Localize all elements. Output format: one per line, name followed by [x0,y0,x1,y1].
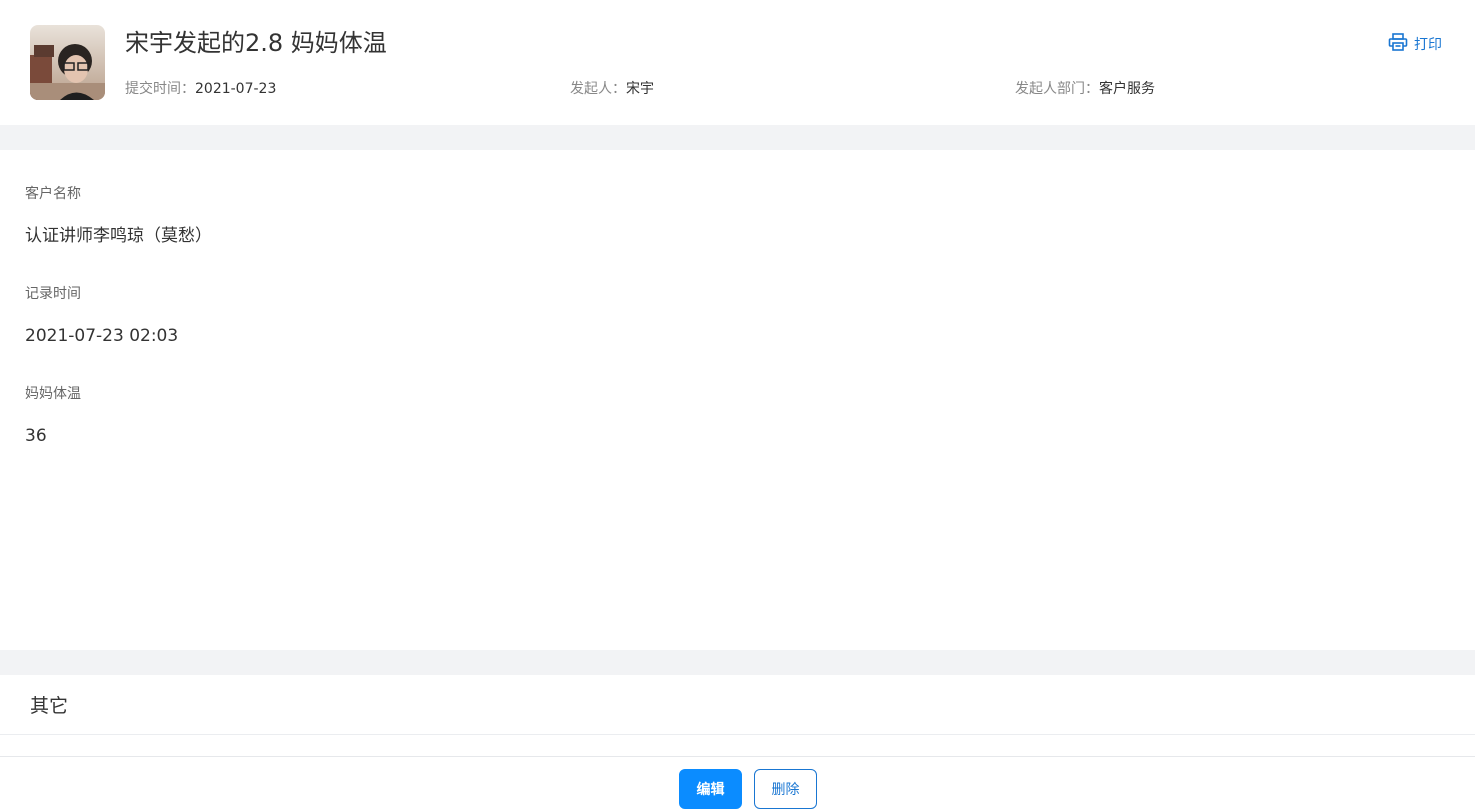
print-button[interactable]: 打印 [1388,33,1442,55]
initiator-value: 宋宇 [626,81,654,97]
delete-button[interactable]: 删除 [754,769,817,809]
department-value: 客户服务 [1099,81,1155,97]
printer-icon [1388,33,1408,55]
submit-time-label: 提交时间： [125,81,195,97]
print-label: 打印 [1414,37,1442,53]
section-divider [0,125,1475,150]
field-customer-name: 客户名称 认证讲师李鸣琼（莫愁） [25,184,212,248]
initiator-label: 发起人： [570,81,626,97]
field-label: 记录时间 [25,286,81,302]
approval-header: 宋宇发起的2.8 妈妈体温 提交时间：2021-07-23 发起人：宋宇 发起人… [0,0,1475,125]
other-section: 其它 [0,675,1475,735]
field-value: 36 [25,426,47,446]
field-value: 认证讲师李鸣琼（莫愁） [25,226,212,246]
submit-time-value: 2021-07-23 [195,81,277,97]
field-record-time: 记录时间 2021-07-23 02:03 [25,284,178,348]
approval-detail-page: 宋宇发起的2.8 妈妈体温 提交时间：2021-07-23 发起人：宋宇 发起人… [0,0,1475,812]
section-divider [0,650,1475,675]
form-fields: 客户名称 认证讲师李鸣琼（莫愁） 记录时间 2021-07-23 02:03 妈… [0,150,1475,650]
page-title: 宋宇发起的2.8 妈妈体温 [125,29,387,57]
avatar [30,25,105,100]
initiator: 发起人：宋宇 [570,79,654,99]
avatar-photo [30,25,105,100]
edit-button[interactable]: 编辑 [679,769,742,809]
submit-time: 提交时间：2021-07-23 [125,79,276,99]
field-label: 客户名称 [25,186,81,202]
field-label: 妈妈体温 [25,386,81,402]
other-section-title: 其它 [30,695,69,717]
field-value: 2021-07-23 02:03 [25,326,179,346]
initiator-department: 发起人部门：客户服务 [1015,79,1155,99]
field-mother-temperature: 妈妈体温 36 [25,384,81,448]
action-bar: 编辑 删除 [0,756,1475,812]
department-label: 发起人部门： [1015,81,1099,97]
